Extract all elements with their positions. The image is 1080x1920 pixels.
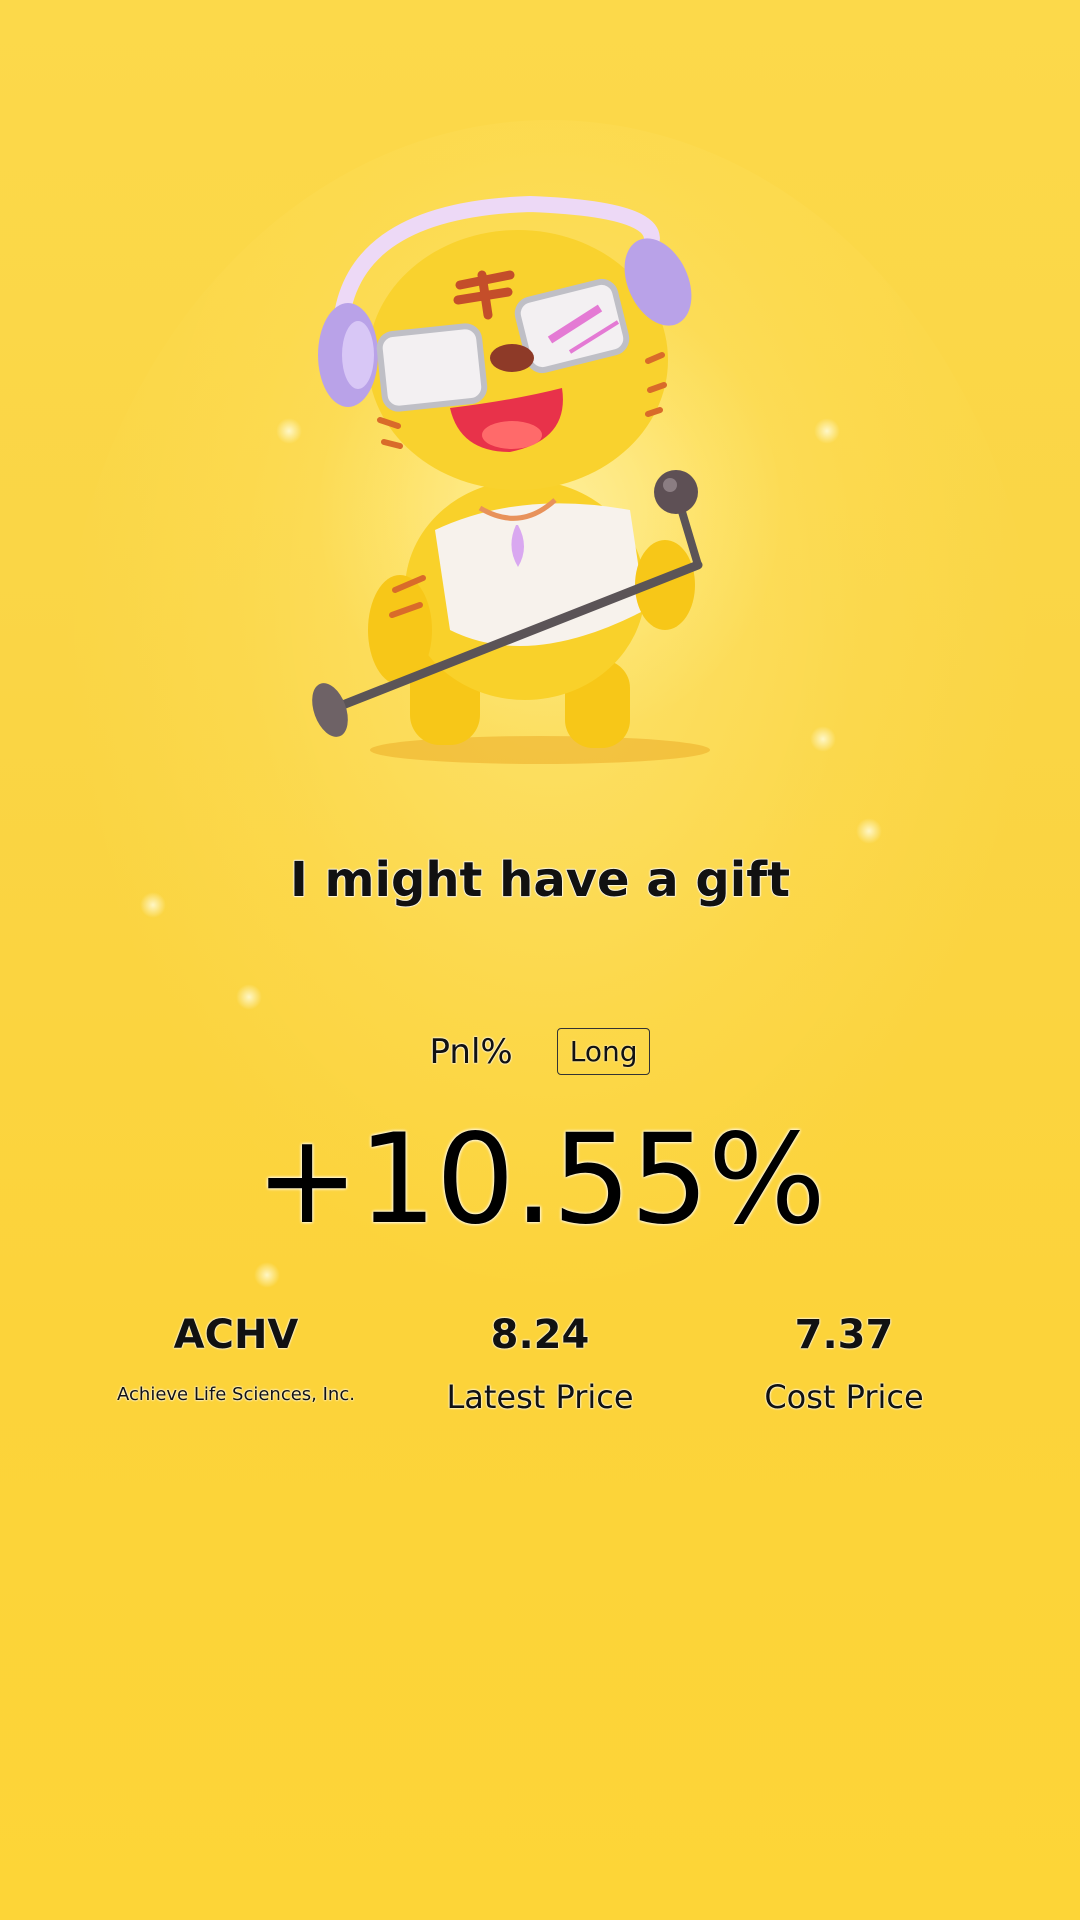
position-tag: Long <box>556 1028 651 1075</box>
sparkle <box>856 818 882 844</box>
cost-price-stat: 7.37 Cost Price <box>674 1312 1014 1416</box>
cost-price-label: Cost Price <box>764 1378 924 1416</box>
latest-price-stat: 8.24 Latest Price <box>370 1312 710 1416</box>
pnl-label: Pnl% <box>429 1031 513 1072</box>
sparkle <box>236 984 262 1010</box>
sparkle <box>276 418 302 444</box>
latest-price-label: Latest Price <box>446 1378 634 1416</box>
headline: I might have a gift <box>289 852 791 909</box>
cost-price-value: 7.37 <box>794 1312 894 1358</box>
sparkle <box>814 418 840 444</box>
pnl-row: Pnl% Long <box>0 1028 1080 1075</box>
ticker-stat: ACHV Achieve Life Sciences, Inc. <box>66 1312 406 1405</box>
sparkle <box>810 726 836 752</box>
ticker-symbol: ACHV <box>173 1312 299 1358</box>
tiger-mascot-icon <box>312 195 710 764</box>
latest-price-value: 8.24 <box>490 1312 590 1358</box>
sparkle <box>254 1262 280 1288</box>
company-name: Achieve Life Sciences, Inc. <box>117 1384 355 1405</box>
pnl-percentage: +10.55% <box>255 1108 826 1252</box>
